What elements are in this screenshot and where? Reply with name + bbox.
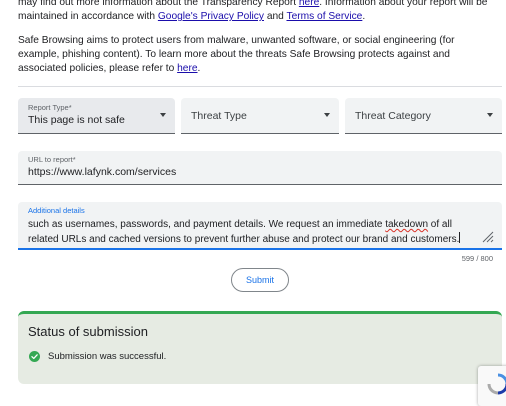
- safe-browsing-text: Safe Browsing aims to protect users from…: [18, 35, 455, 74]
- threat-category-select[interactable]: Threat Category: [345, 98, 502, 134]
- terms-of-service-link[interactable]: Terms of Service: [286, 11, 362, 22]
- report-type-select[interactable]: Report Type* This page is not safe: [18, 98, 175, 134]
- threat-category-placeholder: Threat Category: [355, 110, 431, 122]
- privacy-text: may find out more information about the …: [18, 0, 299, 8]
- status-message: Submission was successful.: [48, 351, 167, 362]
- safe-browsing-paragraph: Safe Browsing aims to protect users from…: [18, 34, 488, 76]
- url-field-label: URL to report*: [28, 155, 76, 164]
- privacy-paragraph: may find out more information about the …: [18, 0, 488, 24]
- report-type-value: This page is not safe: [28, 114, 125, 126]
- details-text: such as usernames, passwords, and paymen…: [28, 219, 386, 230]
- text-caret: [459, 232, 461, 243]
- details-textarea[interactable]: such as usernames, passwords, and paymen…: [28, 217, 483, 247]
- recaptcha-icon: [487, 373, 506, 395]
- status-card: Status of submission Submission was succ…: [18, 311, 502, 384]
- spellcheck-word: takedown: [385, 219, 429, 230]
- privacy-text: .: [362, 11, 366, 22]
- threats-policy-link[interactable]: here: [177, 63, 197, 74]
- chevron-down-icon: [160, 113, 166, 117]
- section-divider: [18, 86, 502, 87]
- safe-browsing-text: .: [197, 63, 201, 74]
- chevron-down-icon: [487, 113, 493, 117]
- url-field-value[interactable]: https://www.lafynk.com/services: [28, 166, 176, 178]
- chevron-down-icon: [324, 113, 330, 117]
- additional-details-field[interactable]: Additional details such as usernames, pa…: [18, 202, 502, 250]
- transparency-report-link[interactable]: here: [299, 0, 319, 8]
- threat-type-placeholder: Threat Type: [191, 110, 247, 122]
- status-title: Status of submission: [28, 324, 148, 339]
- threat-type-select[interactable]: Threat Type: [181, 98, 339, 134]
- privacy-policy-link[interactable]: Google's Privacy Policy: [158, 11, 264, 22]
- resize-handle-icon[interactable]: [482, 231, 494, 243]
- url-to-report-field[interactable]: URL to report* https://www.lafynk.com/se…: [18, 151, 502, 185]
- check-circle-icon: [29, 351, 40, 362]
- submit-button[interactable]: Submit: [231, 268, 289, 292]
- report-type-label: Report Type*: [28, 103, 72, 112]
- privacy-text: and: [264, 11, 287, 22]
- recaptcha-badge[interactable]: [478, 366, 506, 406]
- details-field-label: Additional details: [28, 206, 85, 215]
- character-counter: 599 / 800: [461, 254, 493, 263]
